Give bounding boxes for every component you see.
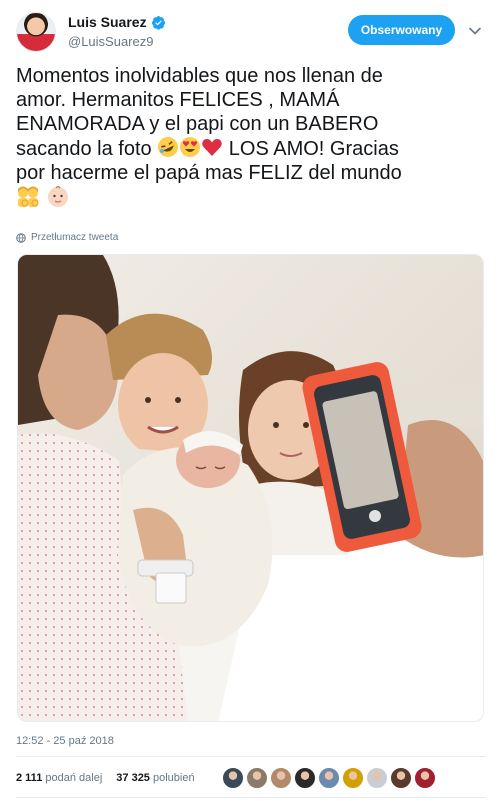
retweets-count: 2 111 xyxy=(16,772,43,784)
author-display-name[interactable]: Luis Suarez xyxy=(68,14,147,30)
author-handle[interactable]: @LuisSuarez9 xyxy=(68,34,153,49)
following-button[interactable]: Obserwowany xyxy=(348,15,455,45)
tweet-text-line: Momentos inolvidables que nos llenan de xyxy=(16,65,383,87)
likes-count: 37 325 xyxy=(116,772,150,784)
verified-badge-icon xyxy=(151,15,165,30)
liker-avatar[interactable] xyxy=(342,767,364,789)
liker-avatar[interactable] xyxy=(318,767,340,789)
chevron-down-icon[interactable] xyxy=(468,24,482,38)
retweets-label: podań dalej xyxy=(45,772,103,784)
family-photo-image xyxy=(18,255,483,721)
tweet-stats: 2 111 podań dalej 37 325 polubień xyxy=(16,772,195,784)
liker-avatars xyxy=(222,767,436,789)
liker-avatar[interactable] xyxy=(414,767,436,789)
red-heart-emoji-icon xyxy=(202,139,222,156)
liker-avatar[interactable] xyxy=(222,767,244,789)
likes-label: polubień xyxy=(153,772,195,784)
tweet-text-line xyxy=(16,185,486,212)
tweet-timestamp[interactable]: 12:52 - 25 paź 2018 xyxy=(16,735,114,747)
divider xyxy=(16,797,486,798)
author-avatar[interactable] xyxy=(16,12,56,52)
liker-avatar[interactable] xyxy=(270,767,292,789)
author-name-row[interactable]: Luis Suarez xyxy=(68,14,166,30)
rolling-laughing-emoji-icon xyxy=(158,137,179,157)
tweet-text-segment: LOS AMO! Gracias xyxy=(223,138,399,160)
tweet-header: Luis Suarez @LuisSuarez9 Obserwowany xyxy=(16,10,486,54)
tweet-text-segment: sacando la foto xyxy=(16,138,158,160)
tweet-text: Momentos inolvidables que nos llenan de … xyxy=(16,64,486,212)
translate-tweet-link[interactable]: Przetłumacz tweeta xyxy=(16,232,118,243)
likes-stat[interactable]: 37 325 polubień xyxy=(116,772,194,784)
tweet-photo[interactable] xyxy=(17,254,484,722)
family-emoji-icon xyxy=(18,186,39,207)
tweet-text-line: sacando la foto LOS AMO! Gracias xyxy=(16,136,486,161)
baby-emoji-icon xyxy=(48,185,68,207)
liker-avatar[interactable] xyxy=(246,767,268,789)
liker-avatar[interactable] xyxy=(390,767,412,789)
divider xyxy=(16,756,486,757)
tweet-text-line: ENAMORADA y el papi con un BABERO xyxy=(16,113,379,135)
tweet-text-line: por hacerme el papá mas FELIZ del mundo xyxy=(16,162,402,184)
globe-icon xyxy=(16,232,26,243)
retweets-stat[interactable]: 2 111 podań dalej xyxy=(16,772,102,784)
liker-avatar[interactable] xyxy=(294,767,316,789)
tweet: Luis Suarez @LuisSuarez9 Obserwowany Mom… xyxy=(0,0,500,801)
liker-avatar[interactable] xyxy=(366,767,388,789)
tweet-text-line: amor. Hermanitos FELICES , MAMÁ xyxy=(16,89,340,111)
heart-eyes-emoji-icon xyxy=(180,137,201,157)
translate-label: Przetłumacz tweeta xyxy=(31,232,119,243)
